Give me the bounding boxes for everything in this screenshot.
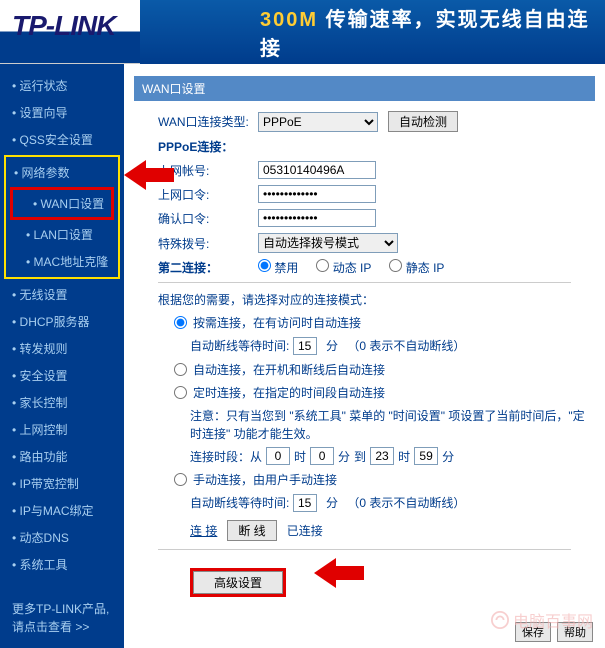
watermark: 电脑百事网 <box>491 608 593 632</box>
confirm-input[interactable] <box>258 209 376 227</box>
sidebar-item-security[interactable]: 安全设置 <box>4 362 120 389</box>
time-to-hour[interactable] <box>370 447 394 465</box>
sidebar-item-systools[interactable]: 系统工具 <box>4 551 120 578</box>
sidebar-item-status[interactable]: 运行状态 <box>4 72 120 99</box>
time-range-row: 连接时段：从 时 分 到 时 分 <box>190 447 595 465</box>
mode-note: 根据您的需要，请选择对应的连接模式： <box>158 291 595 308</box>
confirm-label: 确认口令: <box>158 210 258 227</box>
sidebar-group-network: 网络参数 WAN口设置 LAN口设置 MAC地址克隆 <box>4 155 120 279</box>
wait-line-1: 自动断线等待时间: 分 （0 表示不自动断线） <box>190 337 595 355</box>
sidebar-item-forward[interactable]: 转发规则 <box>4 335 120 362</box>
sidebar-item-access[interactable]: 上网控制 <box>4 416 120 443</box>
auto-detect-button[interactable]: 自动检测 <box>388 111 458 132</box>
sidebar-item-dhcp[interactable]: DHCP服务器 <box>4 308 120 335</box>
second-opt-static[interactable]: 静态 IP <box>389 259 444 276</box>
mode-auto-radio[interactable] <box>174 363 187 376</box>
second-opt-dynamic[interactable]: 动态 IP <box>316 259 371 276</box>
sidebar: 运行状态 设置向导 QSS安全设置 网络参数 WAN口设置 LAN口设置 MAC… <box>0 64 124 648</box>
mode-timed-radio[interactable] <box>174 386 187 399</box>
password-input[interactable] <box>258 185 376 203</box>
mode-ondemand-radio[interactable] <box>174 316 187 329</box>
wait-line-2: 自动断线等待时间: 分 （0 表示不自动断线） <box>190 494 595 512</box>
advanced-button[interactable]: 高级设置 <box>193 571 283 594</box>
sidebar-item-ipmac[interactable]: IP与MAC绑定 <box>4 497 120 524</box>
time-from-hour[interactable] <box>266 447 290 465</box>
divider-2 <box>158 549 571 550</box>
banner: 300M 传输速率，实现无线自由连接 <box>140 0 605 64</box>
annotation-arrow-icon <box>124 156 174 194</box>
conn-type-select[interactable]: PPPoE <box>258 112 378 132</box>
sidebar-item-parental[interactable]: 家长控制 <box>4 389 120 416</box>
special-select[interactable]: 自动选择拨号模式 <box>258 233 398 253</box>
wait-input-2[interactable] <box>293 494 317 512</box>
sidebar-item-network[interactable]: 网络参数 <box>6 159 118 186</box>
second-conn-label: 第二连接： <box>158 259 258 276</box>
pppoe-label: PPPoE连接： <box>158 138 258 155</box>
mode-ondemand-label: 按需连接，在有访问时自动连接 <box>193 314 595 331</box>
sidebar-highlight-wan: WAN口设置 <box>10 187 114 220</box>
content-panel: WAN口设置 WAN口连接类型: PPPoE 自动检测 PPPoE连接： 上网帐… <box>124 64 605 648</box>
app-header: TP-LINK 300M 传输速率，实现无线自由连接 <box>0 0 605 64</box>
wait-input-1[interactable] <box>293 337 317 355</box>
conn-status: 已连接 <box>287 522 323 539</box>
sidebar-item-bandwidth[interactable]: IP带宽控制 <box>4 470 120 497</box>
sidebar-item-ddns[interactable]: 动态DNS <box>4 524 120 551</box>
sidebar-item-wan[interactable]: WAN口设置 <box>13 190 111 217</box>
divider <box>158 282 571 283</box>
advanced-highlight: 高级设置 <box>190 568 286 597</box>
special-label: 特殊拨号: <box>158 235 258 252</box>
connect-button[interactable]: 连 接 <box>190 522 217 539</box>
time-to-min[interactable] <box>414 447 438 465</box>
panel-title: WAN口设置 <box>134 76 595 101</box>
mode-auto-label: 自动连接，在开机和断线后自动连接 <box>193 361 595 378</box>
mode-manual-radio[interactable] <box>174 473 187 486</box>
sidebar-item-wizard[interactable]: 设置向导 <box>4 99 120 126</box>
sidebar-item-qss[interactable]: QSS安全设置 <box>4 126 120 153</box>
second-opt-disable[interactable]: 禁用 <box>258 259 298 276</box>
sidebar-item-routing[interactable]: 路由功能 <box>4 443 120 470</box>
sidebar-item-wireless[interactable]: 无线设置 <box>4 281 120 308</box>
disconnect-button[interactable]: 断 线 <box>227 520 276 541</box>
annotation-arrow-icon <box>314 554 364 592</box>
sidebar-item-mac-clone[interactable]: MAC地址克隆 <box>6 248 118 275</box>
mode-timed-label: 定时连接，在指定的时间段自动连接 <box>193 384 595 401</box>
watermark-icon <box>491 611 509 629</box>
sidebar-item-lan[interactable]: LAN口设置 <box>6 221 118 248</box>
account-input[interactable] <box>258 161 376 179</box>
sidebar-more[interactable]: 更多TP-LINK产品, 请点击查看 >> <box>4 596 120 640</box>
time-from-min[interactable] <box>310 447 334 465</box>
mode-manual-label: 手动连接，由用户手动连接 <box>193 471 595 488</box>
conn-type-label: WAN口连接类型: <box>158 113 258 130</box>
mode-timed-note: 注意：只有当您到 "系统工具" 菜单的 "时间设置" 项设置了当前时间后，"定时… <box>190 407 595 443</box>
banner-text: 300M 传输速率，实现无线自由连接 <box>260 3 605 61</box>
